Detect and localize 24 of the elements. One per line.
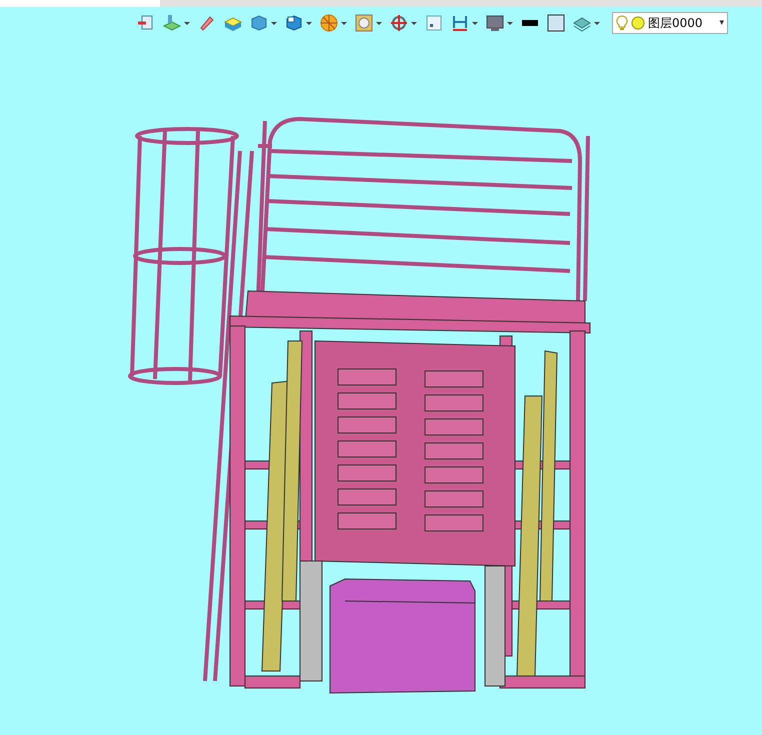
dropdown-caret-icon[interactable] xyxy=(341,22,347,24)
lightbulb-icon xyxy=(616,15,628,31)
cube-icon[interactable] xyxy=(250,14,268,32)
dimension-icon[interactable] xyxy=(451,14,469,32)
dropdown-caret-icon[interactable] xyxy=(306,22,312,24)
pencil-icon[interactable] xyxy=(198,14,216,32)
dropdown-caret-icon[interactable] xyxy=(594,22,600,24)
view-cube-icon[interactable] xyxy=(285,14,303,32)
crosshair-icon[interactable] xyxy=(390,14,408,32)
dropdown-caret-icon[interactable] xyxy=(411,22,417,24)
layer-name: 图层0000 xyxy=(648,14,704,32)
circle-icon xyxy=(631,16,645,30)
monitor-icon[interactable] xyxy=(486,14,504,32)
dropdown-caret-icon[interactable] xyxy=(472,22,478,24)
caret-icon: ▾ xyxy=(719,18,724,28)
frame-icon[interactable] xyxy=(425,14,443,32)
layer-dropdown[interactable]: 图层0000 ▾ xyxy=(612,12,728,34)
dropdown-caret-icon[interactable] xyxy=(184,22,190,24)
dropdown-caret-icon[interactable] xyxy=(376,22,382,24)
exit-icon[interactable] xyxy=(137,14,155,32)
dropdown-caret-icon[interactable] xyxy=(271,22,277,24)
dropdown-caret-icon[interactable] xyxy=(507,22,513,24)
fill-color-icon[interactable] xyxy=(547,14,565,32)
wheel-icon[interactable] xyxy=(320,14,338,32)
